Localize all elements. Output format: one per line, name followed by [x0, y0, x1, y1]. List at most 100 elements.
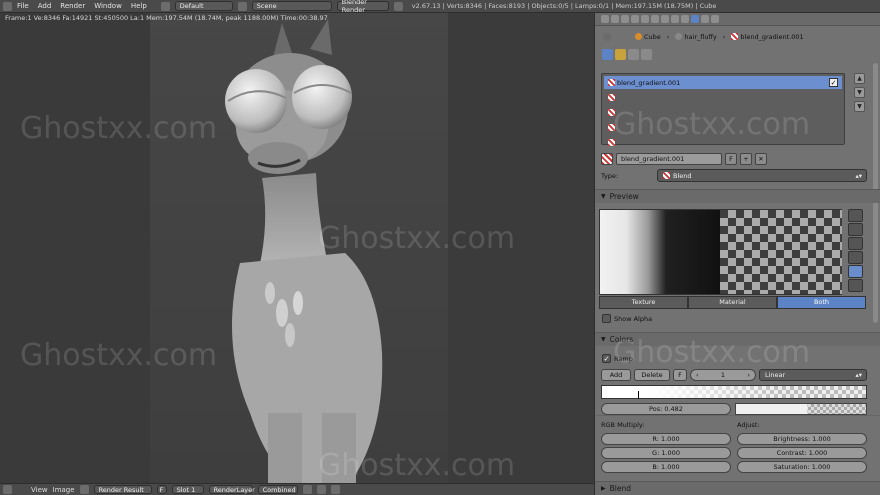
saturation-field[interactable]: Saturation: 1.000 — [737, 461, 867, 473]
render-viewport[interactable]: Frame:1 Ve:8346 Fa:14921 St:450500 La:1 … — [0, 13, 594, 483]
chevron-down-icon: ▴▾ — [855, 371, 862, 379]
brush-texture-icon[interactable] — [628, 49, 639, 60]
chevron-right-icon: › — [747, 371, 750, 379]
properties-context-tabs — [595, 13, 880, 26]
texture-icon — [608, 94, 615, 101]
preview-cube-icon[interactable] — [848, 237, 863, 250]
render-tab-icon[interactable] — [611, 15, 619, 23]
render-layer-select[interactable]: RenderLayer — [208, 485, 255, 494]
interpolation-select[interactable]: Linear ▴▾ — [759, 369, 867, 381]
pin-icon[interactable] — [316, 485, 326, 494]
stop-color-field[interactable] — [735, 403, 867, 415]
texture-browse-icon[interactable] — [601, 153, 613, 165]
render-pass-select[interactable]: Combined — [257, 485, 298, 494]
blue-factor-field[interactable]: B: 1.000 — [601, 461, 731, 473]
tab-both[interactable]: Both — [777, 296, 866, 309]
menu-window[interactable]: Window — [94, 2, 122, 10]
list-item[interactable] — [604, 91, 842, 104]
red-factor-field[interactable]: R: 1.000 — [601, 433, 731, 445]
menu-view[interactable]: View — [31, 486, 48, 494]
texture-context-tabs — [595, 41, 880, 60]
editor-type-icon[interactable] — [601, 15, 609, 23]
blend-panel-header[interactable]: ▶ Blend — [595, 481, 880, 495]
gradient-preview — [600, 210, 720, 294]
green-factor-field[interactable]: G: 1.000 — [601, 447, 731, 459]
texture-type-select[interactable]: Blend ▴▾ — [657, 169, 867, 182]
ramp-stop-marker[interactable] — [638, 391, 639, 399]
tab-texture[interactable]: Texture — [599, 296, 688, 309]
pin-icon[interactable] — [603, 33, 611, 41]
image-browse-icon[interactable] — [79, 485, 89, 494]
move-slot-up-button[interactable]: ▲ — [854, 73, 865, 84]
ramp-controls: Add Delete F ‹ 1 › Linear ▴▾ — [601, 369, 867, 381]
active-stop-field[interactable]: ‹ 1 › — [690, 369, 756, 381]
editor-type-icon[interactable] — [3, 485, 12, 494]
info-header: File Add Render Window Help Default Scen… — [0, 0, 880, 14]
collapse-triangle-icon: ▼ — [601, 193, 606, 200]
menu-file[interactable]: File — [17, 2, 29, 10]
screen-layout-field[interactable]: Default — [174, 1, 233, 11]
menu-add[interactable]: Add — [38, 2, 52, 10]
collapse-triangle-icon: ▼ — [601, 336, 606, 343]
position-row: Pos: 0.482 — [601, 403, 867, 415]
texture-name-field[interactable]: blend_gradient.001 — [616, 153, 722, 165]
editor-type-icon[interactable] — [3, 1, 12, 11]
modifiers-tab-icon[interactable] — [661, 15, 669, 23]
texture-icon — [731, 33, 739, 40]
watermark-text: Ghostxx.com — [613, 107, 811, 142]
fake-user-button[interactable]: F — [156, 485, 167, 494]
slot-select[interactable]: Slot 1 — [171, 485, 204, 494]
scene-tab-icon[interactable] — [621, 15, 629, 23]
tab-material[interactable]: Material — [688, 296, 777, 309]
preview-monkey-icon[interactable] — [848, 251, 863, 264]
preview-panel-header[interactable]: ▼ Preview — [595, 189, 880, 203]
material-preview — [720, 210, 842, 294]
color-ramp-bar[interactable] — [601, 385, 867, 399]
brightness-field[interactable]: Brightness: 1.000 — [737, 433, 867, 445]
scene-field[interactable]: Scene — [251, 1, 332, 11]
ramp-checkbox[interactable]: ✓ — [602, 354, 611, 363]
preview-sky-icon[interactable] — [848, 279, 863, 292]
preview-hair-icon[interactable] — [848, 265, 863, 278]
contrast-field[interactable]: Contrast: 1.000 — [737, 447, 867, 459]
screen-layout-icon[interactable] — [160, 1, 170, 11]
data-tab-icon[interactable] — [671, 15, 679, 23]
other-texture-icon[interactable] — [641, 49, 652, 60]
preview-sphere-icon[interactable] — [848, 223, 863, 236]
scene-icon[interactable] — [237, 1, 247, 11]
world-tab-icon[interactable] — [631, 15, 639, 23]
snap-icon[interactable] — [330, 485, 340, 494]
move-slot-down-button[interactable]: ▼ — [854, 87, 865, 98]
rgb-multiply-column: RGB Multiply: R: 1.000 G: 1.000 B: 1.000 — [601, 421, 731, 475]
render-engine-select[interactable]: Blender Render — [336, 0, 389, 14]
delete-stop-button[interactable]: Delete — [634, 369, 670, 381]
panel-scrollbar[interactable] — [873, 63, 878, 323]
particles-icon — [675, 33, 683, 40]
display-channels-icon[interactable] — [302, 485, 312, 494]
scene-stats: v2.67.13 | Verts:8346 | Faces:8193 | Obj… — [411, 2, 717, 10]
texture-tab-icon[interactable] — [691, 15, 699, 23]
position-field[interactable]: Pos: 0.482 — [601, 403, 731, 415]
fake-user-button[interactable]: F — [725, 153, 737, 165]
menu-help[interactable]: Help — [131, 2, 147, 10]
menu-render[interactable]: Render — [60, 2, 85, 10]
unlink-texture-icon[interactable]: ✕ — [755, 153, 767, 165]
world-texture-icon[interactable] — [602, 49, 613, 60]
breadcrumb-item: blend_gradient.001 — [731, 33, 804, 41]
menu-image[interactable]: Image — [53, 486, 75, 494]
slot-enabled-checkbox[interactable]: ✓ — [829, 78, 838, 87]
new-texture-icon[interactable]: + — [740, 153, 752, 165]
flip-ramp-button[interactable]: F — [673, 369, 687, 381]
slot-specials-button[interactable]: ▼ — [854, 101, 865, 112]
list-item[interactable]: blend_gradient.001 ✓ — [604, 76, 842, 89]
show-alpha-checkbox[interactable] — [602, 314, 611, 323]
preview-flat-icon[interactable] — [848, 209, 863, 222]
particles-tab-icon[interactable] — [701, 15, 709, 23]
material-tab-icon[interactable] — [681, 15, 689, 23]
material-texture-icon[interactable] — [615, 49, 626, 60]
physics-tab-icon[interactable] — [711, 15, 719, 23]
object-tab-icon[interactable] — [641, 15, 649, 23]
add-stop-button[interactable]: Add — [601, 369, 631, 381]
constraints-tab-icon[interactable] — [651, 15, 659, 23]
image-name-field[interactable]: Render Result — [93, 485, 152, 494]
